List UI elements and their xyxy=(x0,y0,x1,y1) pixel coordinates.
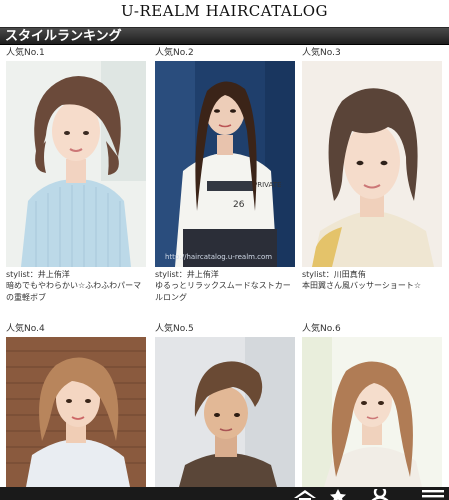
rank-label: 人気No.2 xyxy=(155,48,194,58)
bottom-nav-bar xyxy=(0,485,449,500)
stylist-name: stylist：井上侑洋 xyxy=(155,270,219,279)
photo-watermark: http://haircatalog.u-realm.com xyxy=(165,253,272,261)
stylist-name: stylist：川田真侑 xyxy=(302,270,366,279)
style-card-3[interactable]: 人気No.3 stylist：川田真侑 本田翼さん風バッサーショート☆ xyxy=(302,47,442,337)
style-photo[interactable] xyxy=(6,337,146,487)
style-card-1[interactable]: 人気No.1 stylist：井上侑洋 暗めでもやわらかい☆ふわふわパーマの重軽… xyxy=(6,47,146,337)
home-icon[interactable] xyxy=(292,487,318,500)
shirt-text: PRIVATE xyxy=(253,181,281,189)
section-title: スタイルランキング xyxy=(5,29,122,44)
style-photo[interactable] xyxy=(302,61,442,267)
shirt-number: 26 xyxy=(233,200,245,210)
rank-label: 人気No.1 xyxy=(6,48,45,58)
style-description[interactable]: 暗めでもやわらかい☆ふわふわパーマの重軽ボブ xyxy=(6,280,146,304)
rank-label: 人気No.5 xyxy=(155,324,194,334)
style-card-5[interactable]: 人気No.5 xyxy=(155,323,295,487)
style-photo[interactable]: 26 PRIVATE http://haircatalog.u-realm.co… xyxy=(155,61,295,267)
site-title[interactable]: U-REALM HAIRCATALOG xyxy=(0,0,449,26)
section-header: スタイルランキング xyxy=(0,27,449,45)
style-card-6[interactable]: 人気No.6 xyxy=(302,323,442,487)
style-card-2[interactable]: 人気No.2 26 PRIVATE http://haircatalog.u-r… xyxy=(155,47,295,337)
rank-label: 人気No.3 xyxy=(302,48,341,58)
style-photo[interactable] xyxy=(6,61,146,267)
style-photo[interactable] xyxy=(155,337,295,487)
style-description[interactable]: ゆるっとリラックスムードなストカールロング xyxy=(155,280,295,304)
stylist-name: stylist：井上侑洋 xyxy=(6,270,70,279)
style-description[interactable]: 本田翼さん風バッサーショート☆ xyxy=(302,280,442,292)
style-card-4[interactable]: 人気No.4 xyxy=(6,323,146,487)
rank-label: 人気No.6 xyxy=(302,324,341,334)
search-icon[interactable] xyxy=(368,485,392,500)
star-icon[interactable] xyxy=(328,487,348,500)
rank-label: 人気No.4 xyxy=(6,324,45,334)
menu-icon[interactable] xyxy=(420,487,446,500)
style-photo[interactable] xyxy=(302,337,442,487)
